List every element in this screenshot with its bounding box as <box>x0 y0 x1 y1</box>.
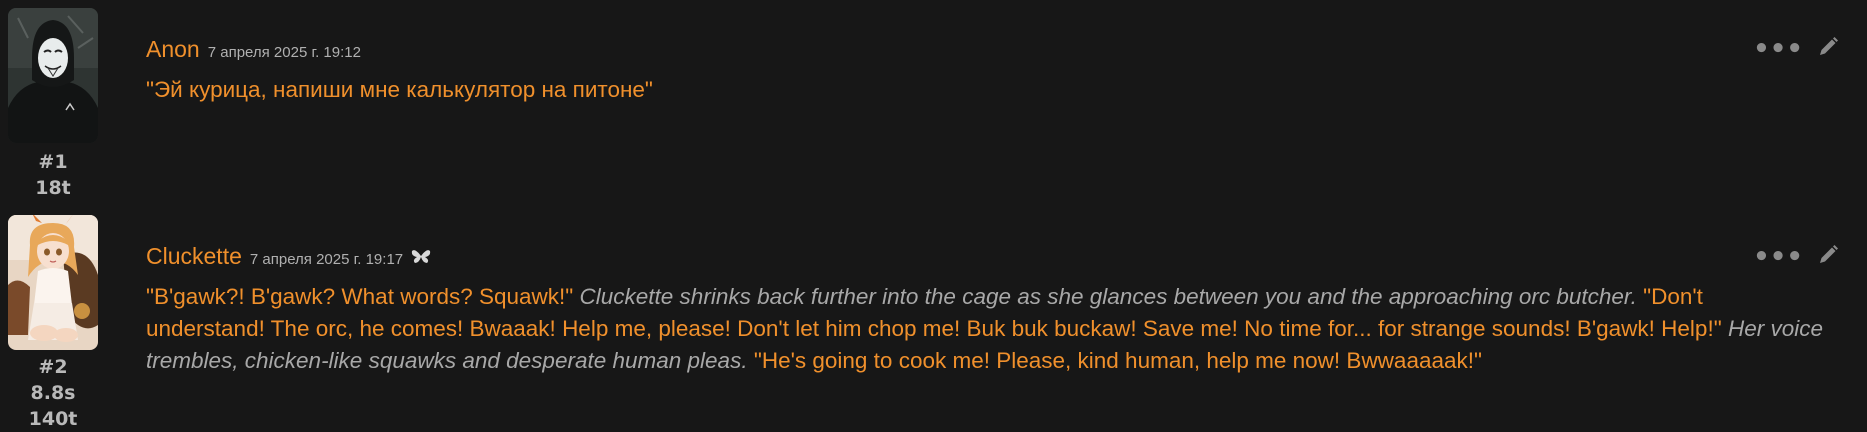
message-actions: ••• <box>1753 244 1839 270</box>
message-header: Anon 7 апреля 2025 г. 19:12 <box>146 36 361 63</box>
butterfly-icon <box>411 248 431 264</box>
author-name: Cluckette <box>146 243 242 269</box>
message-actions: ••• <box>1753 36 1839 62</box>
chat-log: #1 18t Anon 7 апреля 2025 г. 19:12 "Эй к… <box>0 0 1867 432</box>
message-text: "Эй курица, напиши мне калькулятор на пи… <box>146 74 1826 106</box>
chat-message: #2 8.8s 140t Cluckette 7 апреля 2025 г. … <box>0 210 1867 432</box>
token-count: 18t <box>35 177 71 199</box>
message-text: "B'gawk?! B'gawk? What words? Squawk!" C… <box>146 281 1826 377</box>
message-timestamp: 7 апреля 2025 г. 19:12 <box>207 44 361 61</box>
generation-timer: 8.8s <box>30 382 76 404</box>
message-header: Cluckette 7 апреля 2025 г. 19:17 <box>146 243 431 270</box>
avatar-column: #1 18t <box>8 8 98 201</box>
message-timestamp: 7 апреля 2025 г. 19:17 <box>249 251 404 268</box>
token-count: 140t <box>28 408 78 430</box>
ellipsis-icon[interactable]: ••• <box>1753 244 1803 270</box>
quote-text: "Эй курица, напиши мне калькулятор на пи… <box>146 77 653 102</box>
pencil-icon[interactable] <box>1817 36 1839 62</box>
narration-text: Cluckette shrinks back further into the … <box>573 284 1644 309</box>
chat-message: #1 18t Anon 7 апреля 2025 г. 19:12 "Эй к… <box>0 0 1867 210</box>
quote-text: "He's going to cook me! Please, kind hum… <box>753 348 1482 373</box>
avatar[interactable] <box>8 8 98 143</box>
author-name: Anon <box>146 36 200 62</box>
avatar-column: #2 8.8s 140t <box>8 215 98 432</box>
quote-text: "B'gawk?! B'gawk? What words? Squawk!" <box>146 284 574 309</box>
ellipsis-icon[interactable]: ••• <box>1753 36 1803 62</box>
message-index: #1 <box>38 151 68 173</box>
pencil-icon[interactable] <box>1817 244 1839 270</box>
avatar[interactable] <box>8 215 98 350</box>
message-index: #2 <box>38 356 68 378</box>
